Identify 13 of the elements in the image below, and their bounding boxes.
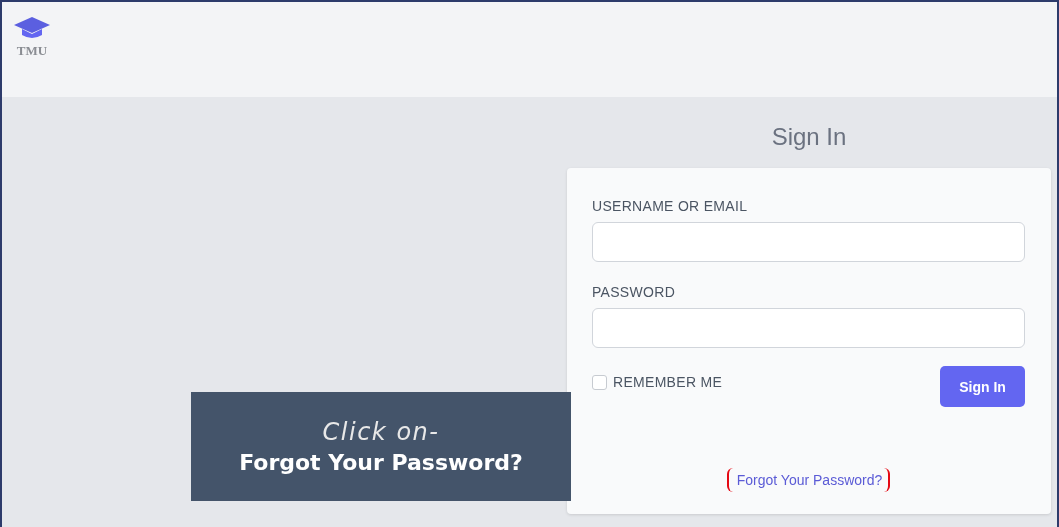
forgot-password-link[interactable]: Forgot Your Password? bbox=[736, 472, 883, 488]
logo-text: TMU bbox=[16, 43, 48, 59]
sign-in-button[interactable]: Sign In bbox=[940, 366, 1025, 407]
graduation-cap-icon bbox=[13, 16, 51, 40]
field-label: PASSWORD bbox=[592, 284, 677, 300]
callout-text: Forgot Your Password? bbox=[239, 450, 523, 475]
checkbox[interactable] bbox=[592, 374, 607, 390]
input-field[interactable] bbox=[592, 308, 1025, 348]
checkbox-label: REMEMBER ME bbox=[613, 374, 723, 390]
page-title: Sign In bbox=[771, 123, 847, 151]
field-label: USERNAME OR EMAIL bbox=[592, 198, 749, 214]
callout-text: Click on- bbox=[322, 418, 440, 446]
input-field[interactable] bbox=[592, 222, 1025, 262]
